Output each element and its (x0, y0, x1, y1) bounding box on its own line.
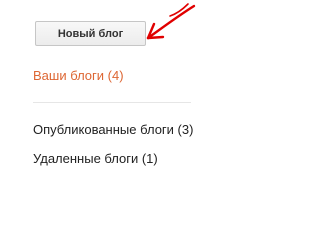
new-blog-button[interactable]: Новый блог (35, 21, 146, 46)
nav-item-published-blogs[interactable]: Опубликованные блоги (3) (33, 122, 193, 137)
nav-item-your-blogs[interactable]: Ваши блоги (4) (33, 68, 124, 83)
red-arrow-icon (146, 3, 196, 40)
nav-divider (33, 102, 191, 103)
nav-item-deleted-blogs[interactable]: Удаленные блоги (1) (33, 151, 158, 166)
